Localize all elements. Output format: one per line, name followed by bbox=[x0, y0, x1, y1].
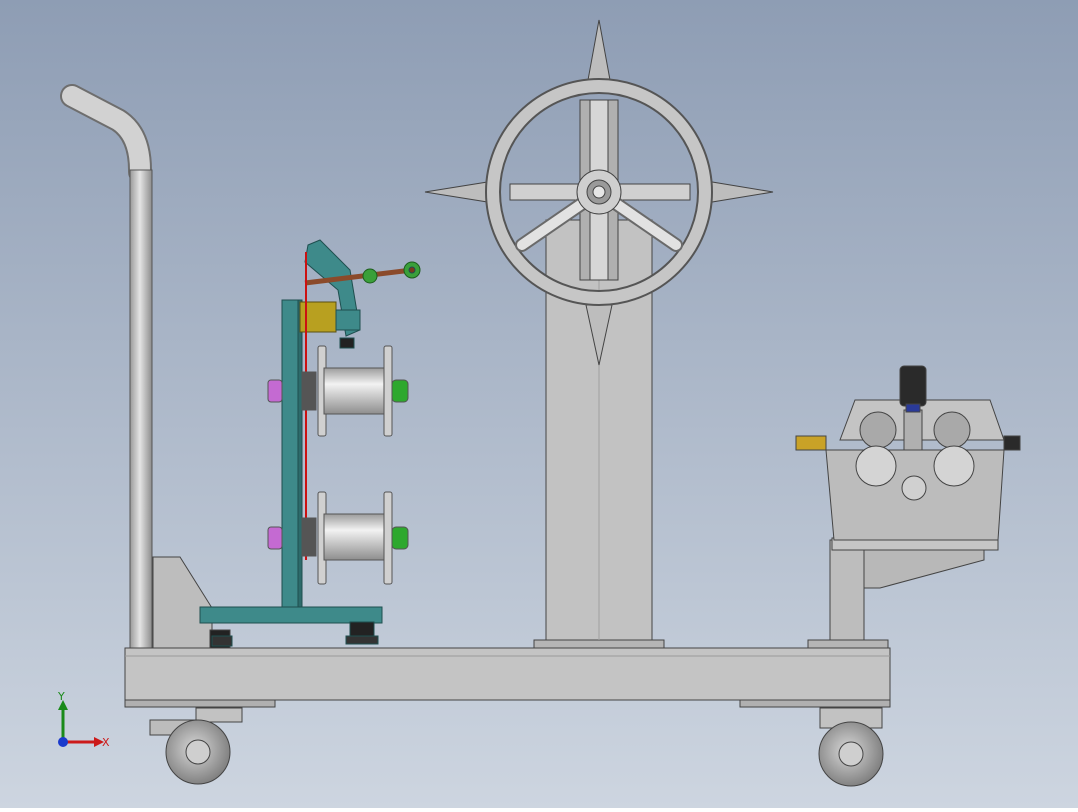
assembly-drawing: Y X bbox=[0, 0, 1078, 808]
x-axis-label: X bbox=[102, 736, 110, 749]
cad-viewport[interactable]: Y X bbox=[0, 0, 1078, 808]
rear-caster-wheel bbox=[818, 707, 884, 787]
y-axis-label: Y bbox=[57, 690, 65, 703]
base-frame bbox=[124, 647, 891, 708]
